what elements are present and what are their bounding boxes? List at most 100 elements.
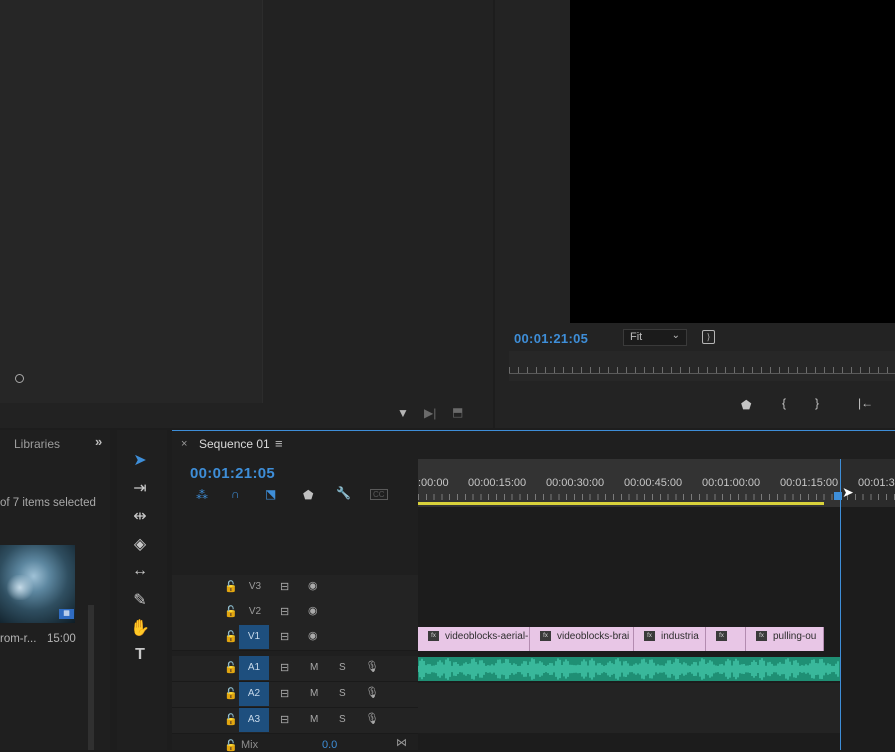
timeline-timecode[interactable]: 00:01:21:05 — [190, 465, 275, 482]
video-clip[interactable]: fx industria — [634, 627, 706, 651]
sync-lock-icon[interactable]: ⊟ — [280, 661, 289, 674]
mute-button[interactable]: M — [310, 662, 318, 673]
mix-value[interactable]: 0.0 — [322, 739, 337, 751]
source-monitor-panel — [0, 0, 493, 428]
ruler-label: :00:00 — [418, 477, 449, 489]
ripple-edit-tool-icon[interactable]: ⇹ — [129, 506, 151, 526]
insert-icon[interactable]: ▶| — [424, 406, 436, 420]
track-name[interactable]: V2 — [240, 606, 270, 617]
sequence-tab-title[interactable]: Sequence 01 — [199, 437, 270, 451]
program-time-ruler[interactable] — [509, 351, 895, 381]
solo-button[interactable]: S — [339, 688, 346, 699]
sync-lock-icon[interactable]: ⊟ — [280, 687, 289, 700]
track-name[interactable]: V1 — [239, 625, 269, 649]
ruler-label: 00:00:45:00 — [624, 477, 683, 489]
program-video-frame — [570, 0, 895, 323]
ruler-label: 00:01:00:00 — [702, 477, 761, 489]
work-area-bar[interactable] — [418, 502, 824, 505]
microphone-icon[interactable]: 🎙 — [365, 660, 379, 673]
track-header-a1: 🔓 A1 ⊟ M S 🎙 — [172, 656, 418, 682]
video-clip[interactable]: fx videoblocks-brai — [530, 627, 634, 651]
track-name[interactable]: A1 — [239, 656, 269, 680]
panel-menu-icon[interactable]: ≡ — [275, 436, 283, 451]
solo-button[interactable]: S — [339, 714, 346, 725]
timeline-playhead[interactable] — [840, 459, 841, 750]
tab-libraries[interactable]: Libraries — [14, 437, 60, 451]
track-header-a2: 🔓 A2 ⊟ M S 🎙 — [172, 682, 418, 708]
type-tool-icon[interactable]: T — [129, 646, 151, 664]
video-clip[interactable]: fx pulling-ou — [746, 627, 824, 651]
mute-button[interactable]: M — [310, 714, 318, 725]
mute-button[interactable]: M — [310, 688, 318, 699]
eye-icon[interactable]: ◉ — [308, 604, 318, 617]
microphone-icon[interactable]: 🎙 — [365, 712, 379, 725]
sync-lock-icon[interactable]: ⊟ — [280, 713, 289, 726]
video-clip[interactable]: fx videoblocks-aerial- — [418, 627, 530, 651]
track-header-v3: 🔓 V3 ⊟ ◉ — [172, 575, 418, 601]
eye-icon[interactable]: ◉ — [308, 629, 318, 642]
mix-label: Mix — [241, 739, 259, 751]
clip-duration: 15:00 — [47, 633, 76, 645]
clip-label: videoblocks-aerial- — [445, 631, 529, 642]
fx-icon: fx — [540, 631, 551, 642]
nest-icon[interactable]: ⁂ — [196, 488, 208, 502]
clip-name[interactable]: rom-r... — [0, 633, 36, 645]
sequence-badge-icon: ▦ — [59, 609, 74, 619]
mark-in-icon[interactable]: { — [782, 396, 786, 410]
track-header-v2: 🔓 V2 ⊟ ◉ — [172, 600, 418, 626]
hand-tool-icon[interactable]: ✋ — [129, 618, 151, 638]
track-name[interactable]: V3 — [240, 581, 270, 592]
button-editor-icon[interactable]: ⟩ — [702, 330, 715, 344]
ruler-label: 00:00:15:00 — [468, 477, 527, 489]
track-name[interactable]: A2 — [239, 682, 269, 706]
track-select-tool-icon[interactable]: ⇥ — [129, 478, 151, 498]
fx-icon: fx — [756, 631, 767, 642]
ruler-label: 00:01:3 — [858, 477, 895, 489]
eye-icon[interactable]: ◉ — [308, 579, 318, 592]
slip-tool-icon[interactable]: ↔ — [129, 562, 151, 580]
lock-icon[interactable]: 🔓 — [224, 580, 238, 593]
lock-icon[interactable]: 🔓 — [224, 630, 238, 643]
project-scrollbar[interactable] — [88, 605, 94, 750]
fit-dropdown[interactable]: Fit ⌄ — [623, 329, 687, 346]
chevron-down-icon: ⌄ — [671, 330, 680, 341]
playhead-handle[interactable] — [834, 492, 842, 500]
program-timecode[interactable]: 00:01:21:05 — [514, 331, 588, 346]
selection-status: of 7 items selected — [0, 497, 96, 509]
solo-button[interactable]: S — [339, 662, 346, 673]
close-icon[interactable]: × — [181, 438, 187, 450]
razor-tool-icon[interactable]: ◈ — [129, 534, 151, 554]
linked-selection-icon[interactable]: ⬔ — [265, 487, 276, 501]
more-panels-icon[interactable]: » — [95, 434, 102, 449]
lock-icon[interactable]: 🔓 — [224, 605, 238, 618]
captions-icon[interactable]: CC — [370, 489, 388, 500]
track-name[interactable]: A3 — [239, 708, 269, 732]
pen-tool-icon[interactable]: ✎ — [129, 590, 151, 610]
snap-magnet-icon[interactable]: ∩ — [231, 487, 240, 501]
lock-icon[interactable]: 🔓 — [224, 713, 238, 726]
audio-meter-icon[interactable]: ⋈ — [396, 736, 407, 749]
sync-lock-icon[interactable]: ⊟ — [280, 580, 289, 593]
selection-tool-icon[interactable]: ➤ — [129, 450, 151, 470]
video-clip[interactable]: fx — [706, 627, 746, 651]
audio-waveform — [418, 658, 839, 680]
add-marker-icon[interactable]: ⬟ — [741, 398, 751, 412]
sync-lock-icon[interactable]: ⊟ — [280, 605, 289, 618]
mark-out-icon[interactable]: } — [815, 396, 819, 410]
sync-lock-icon[interactable]: ⊟ — [280, 630, 289, 643]
clip-label: pulling-ou — [773, 631, 817, 642]
empty-audio-tracks[interactable] — [418, 683, 840, 733]
filter-icon[interactable]: ▼ — [397, 406, 409, 420]
lock-icon[interactable]: 🔓 — [224, 739, 238, 752]
audio-clip[interactable] — [418, 657, 840, 681]
export-icon[interactable]: ⬒ — [452, 405, 463, 419]
clip-label: videoblocks-brai — [557, 631, 630, 642]
microphone-icon[interactable]: 🎙 — [365, 686, 379, 699]
lock-icon[interactable]: 🔓 — [224, 661, 238, 674]
go-to-in-icon[interactable]: |← — [858, 396, 873, 410]
lock-icon[interactable]: 🔓 — [224, 687, 238, 700]
wrench-icon[interactable]: 🔧 — [336, 486, 351, 500]
program-playhead-handle[interactable] — [15, 374, 24, 383]
add-marker-icon[interactable]: ⬟ — [303, 488, 313, 502]
clip-label: industria — [661, 631, 699, 642]
